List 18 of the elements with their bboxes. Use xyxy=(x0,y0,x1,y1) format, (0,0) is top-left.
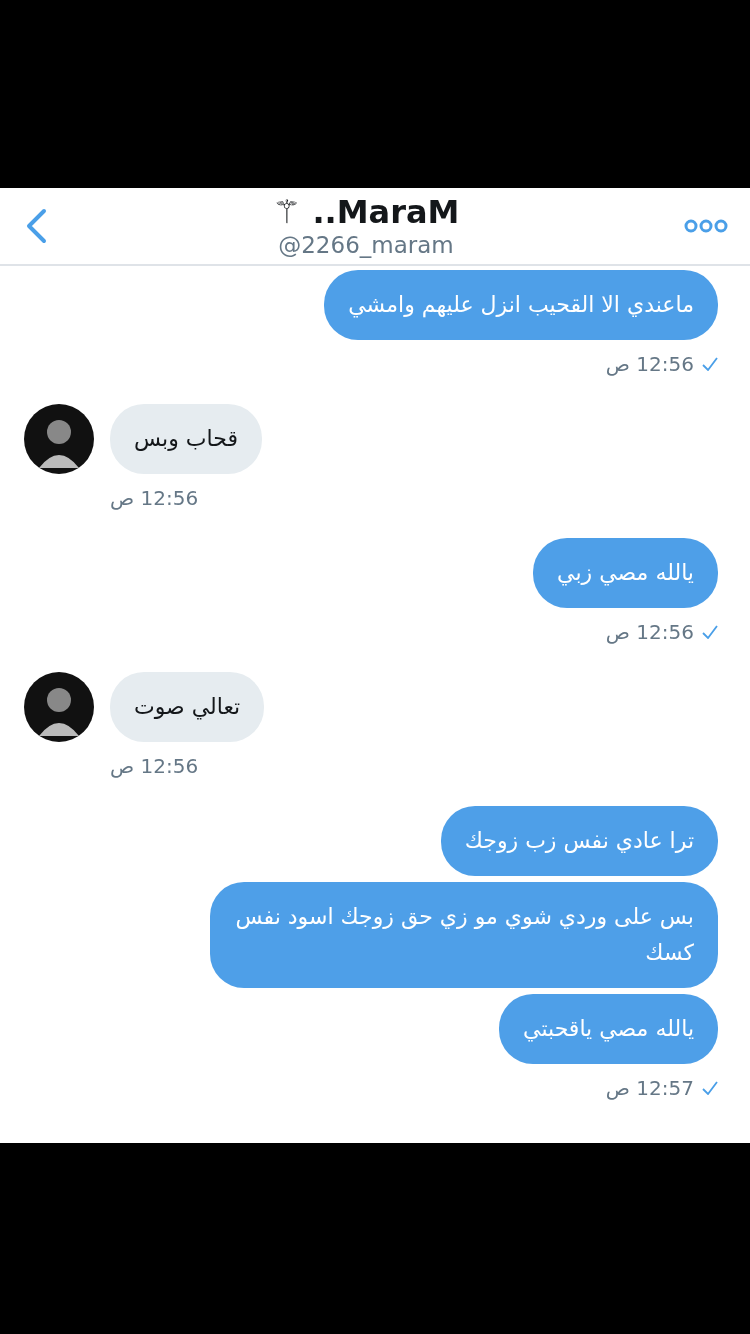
message-bubble: ماعندي الا القحيب انزل عليهم وامشي xyxy=(324,270,718,340)
message-bubble: تعالي صوت xyxy=(110,672,265,742)
message-time: 12:56 ص xyxy=(605,352,694,376)
avatar[interactable] xyxy=(24,672,94,742)
message-bubble: قحاب وبس xyxy=(110,404,262,474)
message-time: 12:56 ص xyxy=(110,486,199,510)
avatar[interactable] xyxy=(24,404,94,474)
message-bubble: بس على وردي شوي مو زي حق زوجك اسود نفس كسك xyxy=(210,882,718,988)
message-bubble: يالله مصي زبي xyxy=(533,538,718,608)
message-time: 12:57 ص xyxy=(605,1076,694,1100)
message-bubble: ترا عادي نفس زب زوجك xyxy=(440,806,718,876)
message-time: 12:56 ص xyxy=(605,620,694,644)
message-time: 12:56 ص xyxy=(110,754,199,778)
more-icon[interactable] xyxy=(684,218,728,234)
chat-title: ⚚ ..MaraM xyxy=(272,193,460,231)
back-icon[interactable] xyxy=(24,208,48,244)
message-bubble: يالله مصي ياقحبتي xyxy=(499,994,718,1064)
username: @2266_maram xyxy=(278,231,454,259)
